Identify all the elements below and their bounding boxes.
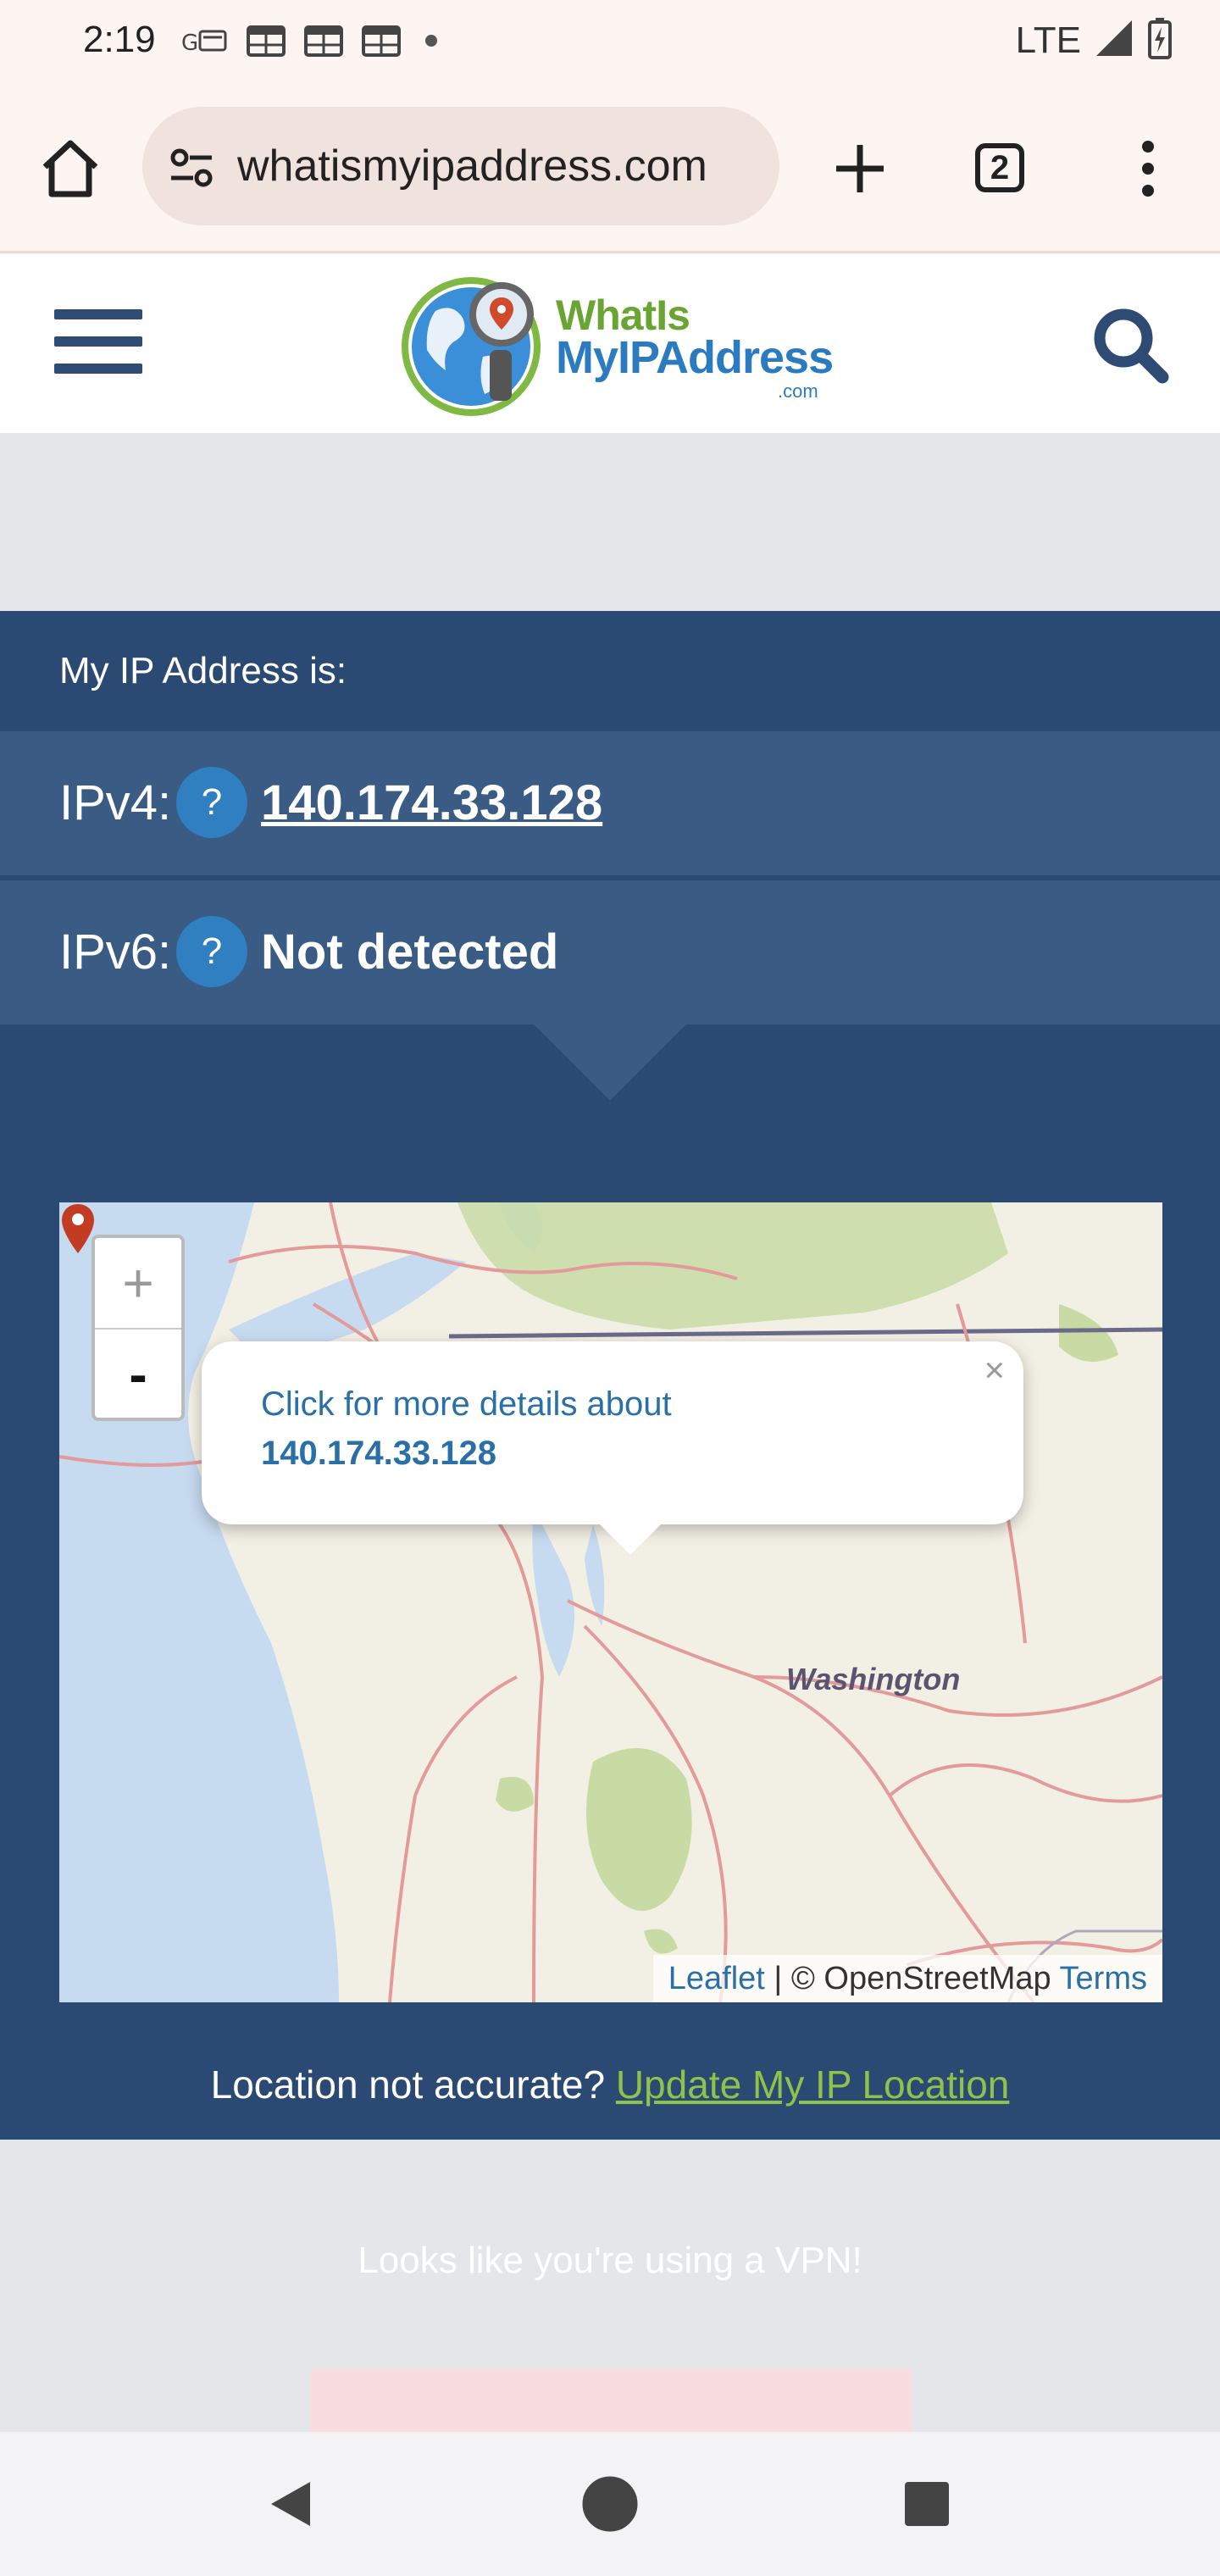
map-marker-icon[interactable] [59,1202,97,1255]
recents-icon [905,2482,949,2526]
ip-address-panel: My IP Address is: IPv4: ? 140.174.33.128… [0,611,1220,2140]
calendar-icon [246,24,286,65]
popup-ip[interactable]: 140.174.33.128 [261,1435,496,1473]
dot-icon [419,24,444,65]
tab-switcher-button[interactable]: 2 [968,136,1032,200]
logo-text-line2: MyIPAddress [556,332,834,383]
ipv4-row: IPv4: ? 140.174.33.128 [0,731,1220,875]
calendar-icon [361,24,402,65]
globe-magnifier-icon [402,277,541,416]
location-accuracy-line: Location not accurate? Update My IP Loca… [0,2062,1220,2107]
plus-icon [836,145,884,192]
zoom-in-button[interactable]: + [95,1238,181,1328]
url-text[interactable]: whatismyipaddress.com [237,107,707,225]
system-nav-bar [0,2432,1220,2576]
ip-heading: My IP Address is: [59,650,347,691]
map-region-label: Washington [786,1662,961,1696]
ad-placeholder [0,433,1220,611]
home-nav-button[interactable] [559,2432,661,2576]
update-location-link[interactable]: Update My IP Location [616,2062,1010,2107]
search-icon [1094,308,1169,384]
new-tab-button[interactable] [822,130,898,207]
svg-text:G: G [181,31,198,55]
signal-icon [1095,19,1134,62]
vpn-section: Looks like you're using a VPN! [0,2140,1220,2432]
back-icon [271,2482,310,2526]
terms-link[interactable]: Terms [1060,1961,1147,1996]
address-bar[interactable]: whatismyipaddress.com [142,107,779,225]
more-vert-icon [1142,141,1154,197]
home-icon [42,140,98,197]
browser-menu-button[interactable] [1118,130,1178,207]
zoom-control: + - [92,1235,185,1421]
search-button[interactable] [1088,303,1173,387]
home-button[interactable] [32,130,108,207]
status-bar: 2:19 G LTE [0,0,1220,93]
ipv4-label: IPv4: [59,775,172,830]
menu-icon[interactable] [54,309,142,377]
ipv4-help-icon[interactable]: ? [176,767,247,838]
network-label: LTE [1015,19,1081,61]
popup-text[interactable]: Click for more details about [261,1385,672,1424]
location-map[interactable]: + - × Click for more details about 140.1… [59,1202,1162,2002]
ipv6-label: IPv6: [59,924,172,980]
status-right: LTE [1016,17,1173,64]
site-header: WhatIs MyIPAddress .com [0,253,1220,433]
tab-count: 2 [975,143,1024,192]
attribution-text: | © OpenStreetMap [764,1961,1060,1996]
map-popup[interactable]: × Click for more details about 140.174.3… [202,1341,1023,1555]
calendar-icon [303,24,344,65]
logo-text-line3: .com [778,380,818,402]
browser-toolbar: whatismyipaddress.com 2 [0,93,1220,253]
popup-close-button[interactable]: × [984,1350,1005,1391]
zoom-out-button[interactable]: - [95,1328,181,1419]
ipv6-value: Not detected [261,924,559,980]
ipv6-row: IPv6: ? Not detected [0,880,1220,1024]
recents-button[interactable] [876,2432,978,2576]
ipv6-help-icon[interactable]: ? [176,916,247,987]
back-button[interactable] [241,2432,342,2576]
map-tiles [59,1202,1162,2002]
battery-charging-icon [1147,17,1173,64]
vpn-banner [310,2368,912,2432]
location-prompt: Location not accurate? [210,2062,606,2107]
ipv4-address-link[interactable]: 140.174.33.128 [261,731,602,875]
notification-icons: G [181,24,444,65]
status-time: 2:19 [83,19,156,60]
popup-tip [598,1523,663,1555]
gs-icon: G [181,26,229,63]
leaflet-link[interactable]: Leaflet [668,1961,765,1996]
panel-pointer [534,1024,686,1101]
home-circle-icon [582,2476,638,2532]
map-attribution: Leaflet | © OpenStreetMap Terms [652,1955,1162,2002]
site-logo[interactable]: WhatIs MyIPAddress .com [402,269,834,418]
vpn-notice: Looks like you're using a VPN! [358,2240,862,2281]
site-settings-icon[interactable] [168,144,215,192]
